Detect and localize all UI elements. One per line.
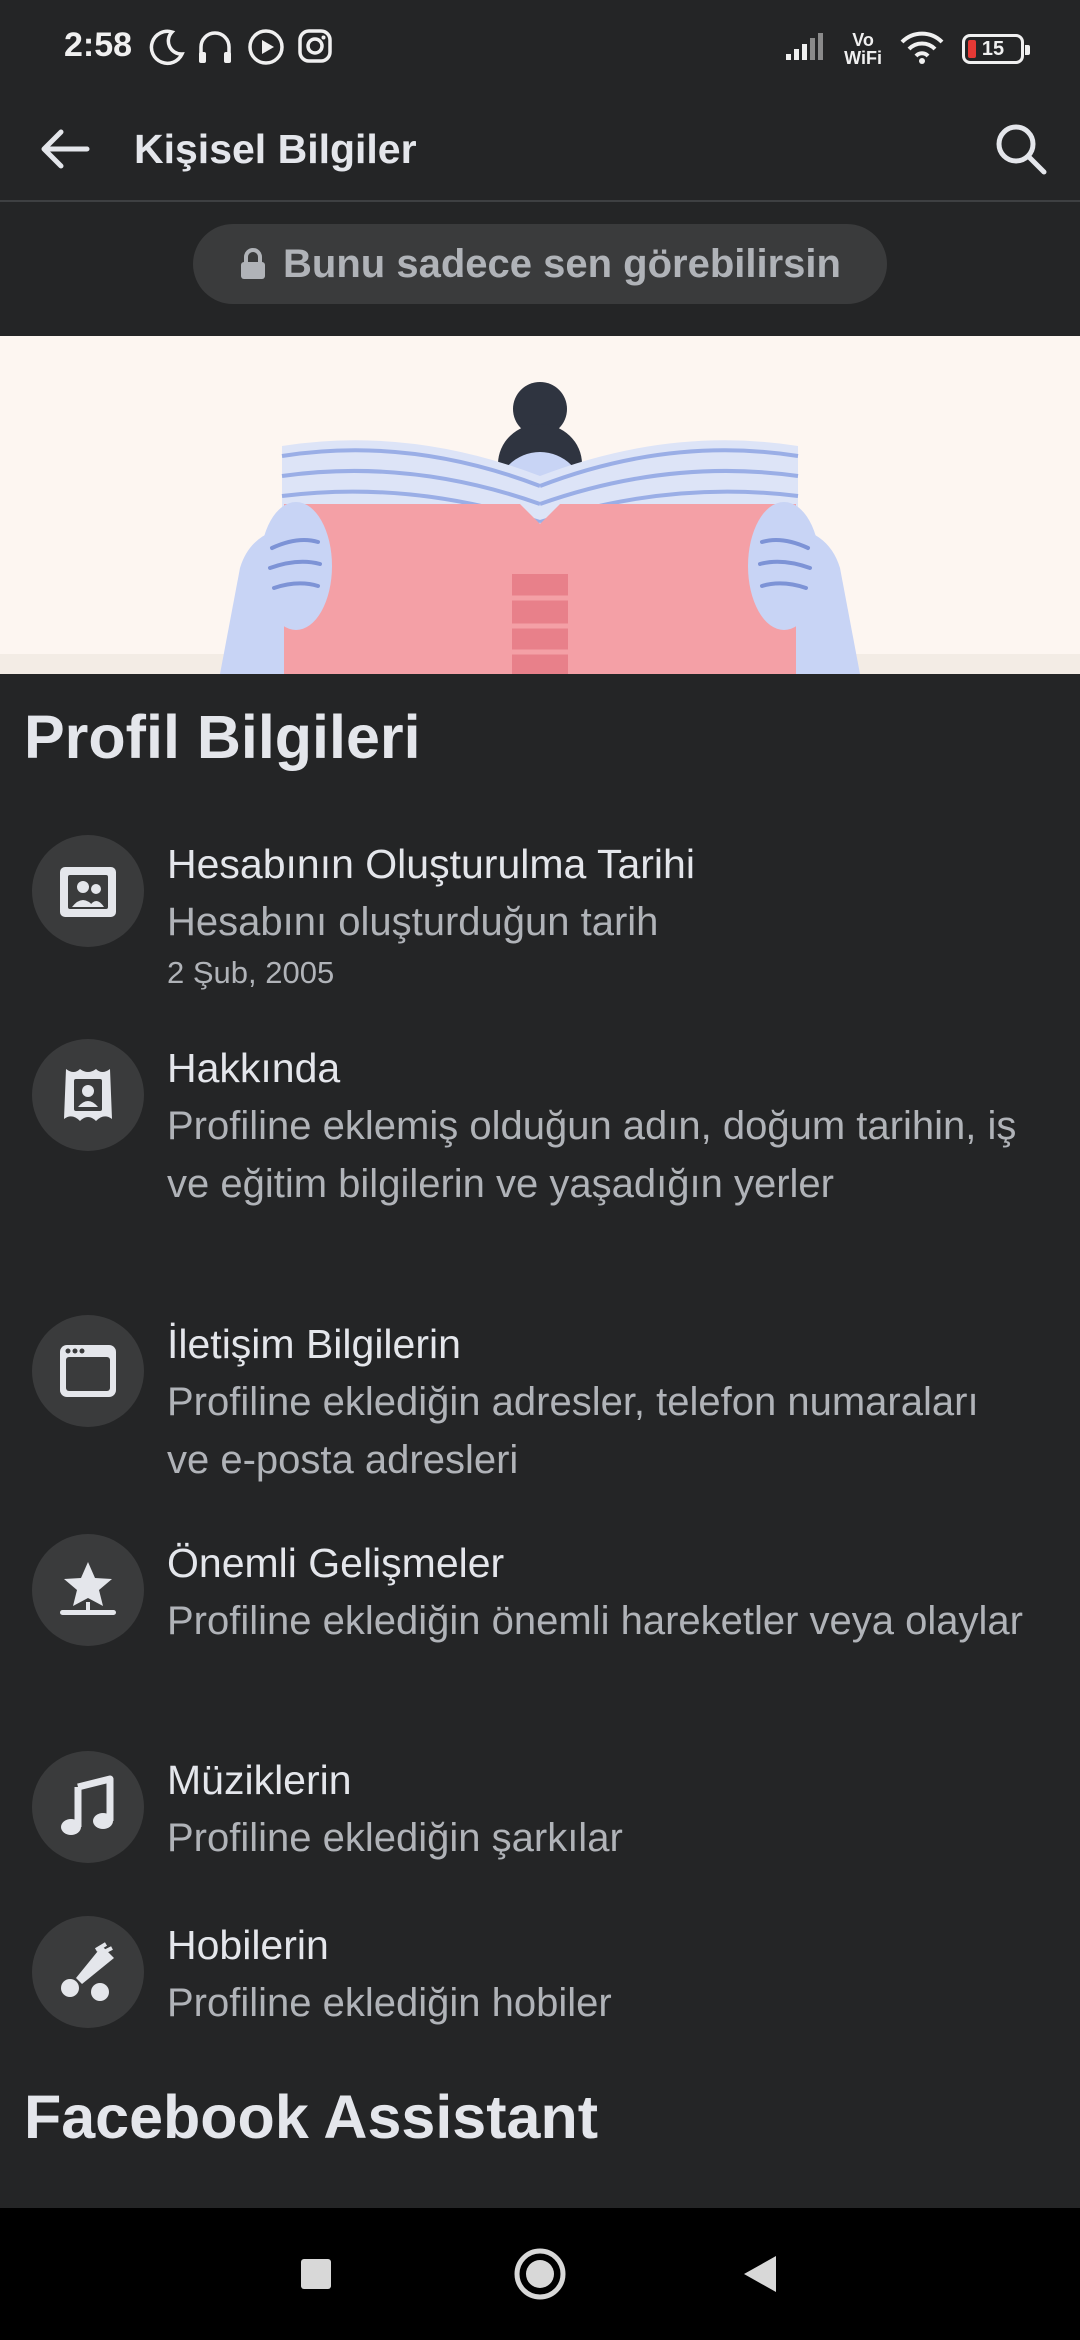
circle-home-icon: [514, 2248, 566, 2300]
wifi-icon: [900, 30, 944, 69]
hobby-brush-icon: [32, 1916, 144, 2028]
screen: 2:58 Vo WiFi 15 Kişisel Bilgiler Bunu sa…: [0, 0, 1080, 2340]
battery-level: 15: [981, 37, 1005, 60]
list-item-text: Önemli Gelişmeler Profiline eklediğin ön…: [167, 1534, 1027, 1650]
recents-button[interactable]: [286, 2244, 346, 2304]
list-item-title: Hesabının Oluşturulma Tarihi: [167, 841, 695, 887]
list-item-date: 2 Şub, 2005: [167, 955, 335, 990]
vowifi-line2: WiFi: [844, 48, 882, 68]
search-icon: [996, 124, 1047, 175]
list-item-text: Müziklerin Profiline eklediğin şarkılar: [167, 1751, 1027, 1867]
signal-icon: [784, 32, 826, 67]
portrait-frame-icon: [32, 1039, 144, 1151]
list-item-text: Hobilerin Profiline eklediğin hobiler: [167, 1916, 1027, 2032]
privacy-notice-text: Bunu sadece sen görebilirsin: [283, 241, 841, 286]
search-button[interactable]: [984, 112, 1058, 186]
list-item-description: Profiline eklediğin şarkılar: [167, 1816, 623, 1860]
headphones-icon: [196, 28, 234, 71]
browser-window-icon: [32, 1315, 144, 1427]
list-item-description: Hesabını oluşturduğun tarih: [167, 900, 659, 944]
list-item-description: Profiline eklediğin hobiler: [167, 1981, 612, 2025]
profile-card-icon: [32, 835, 144, 947]
assistant-section-title: Facebook Assistant: [24, 2083, 599, 2151]
page-title: Kişisel Bilgiler: [134, 126, 417, 172]
nav-back-button[interactable]: [730, 2244, 790, 2304]
list-item-description: Profiline eklemiş olduğun adın, doğum ta…: [167, 1104, 1017, 1206]
square-icon: [301, 2259, 331, 2289]
list-item-title: Hobilerin: [167, 1922, 329, 1968]
lock-icon: [241, 248, 266, 279]
battery-icon: 15: [962, 34, 1030, 64]
vowifi-indicator: Vo WiFi: [844, 31, 882, 67]
battery-fill: [968, 40, 976, 58]
play-circle-icon: [247, 28, 285, 71]
vowifi-line1: Vo: [852, 30, 874, 50]
back-button[interactable]: [30, 114, 100, 184]
status-time: 2:58: [64, 26, 133, 64]
profile-section-title: Profil Bilgileri: [24, 703, 421, 771]
moon-icon: [148, 28, 186, 71]
star-milestone-icon: [32, 1534, 144, 1646]
list-item-description: Profiline eklediğin adresler, telefon nu…: [167, 1380, 979, 1482]
banner-illustration: [0, 336, 1080, 674]
list-item-title: Müziklerin: [167, 1757, 352, 1803]
arrow-left-icon: [41, 129, 90, 169]
app-header: Kişisel Bilgiler: [0, 96, 1080, 202]
home-button[interactable]: [510, 2244, 570, 2304]
status-bar: 2:58 Vo WiFi 15: [0, 0, 1080, 96]
list-item-title: İletişim Bilgilerin: [167, 1321, 461, 1367]
list-item-text: Hakkında Profiline eklemiş olduğun adın,…: [167, 1039, 1027, 1213]
music-note-icon: [32, 1751, 144, 1863]
list-item-title: Hakkında: [167, 1045, 341, 1091]
list-item-description: Profiline eklediğin önemli hareketler ve…: [167, 1599, 1023, 1643]
list-item-title: Önemli Gelişmeler: [167, 1540, 505, 1586]
system-nav-bar: [0, 2208, 1080, 2340]
instagram-icon: [297, 28, 333, 69]
status-right-group: Vo WiFi 15: [784, 24, 1030, 74]
list-item-text: İletişim Bilgilerin Profiline eklediğin …: [167, 1315, 1027, 1489]
privacy-notice: Bunu sadece sen görebilirsin: [193, 224, 887, 304]
list-item-text: Hesabının Oluşturulma Tarihi Hesabını ol…: [167, 835, 1027, 993]
triangle-back-icon: [744, 2256, 776, 2292]
